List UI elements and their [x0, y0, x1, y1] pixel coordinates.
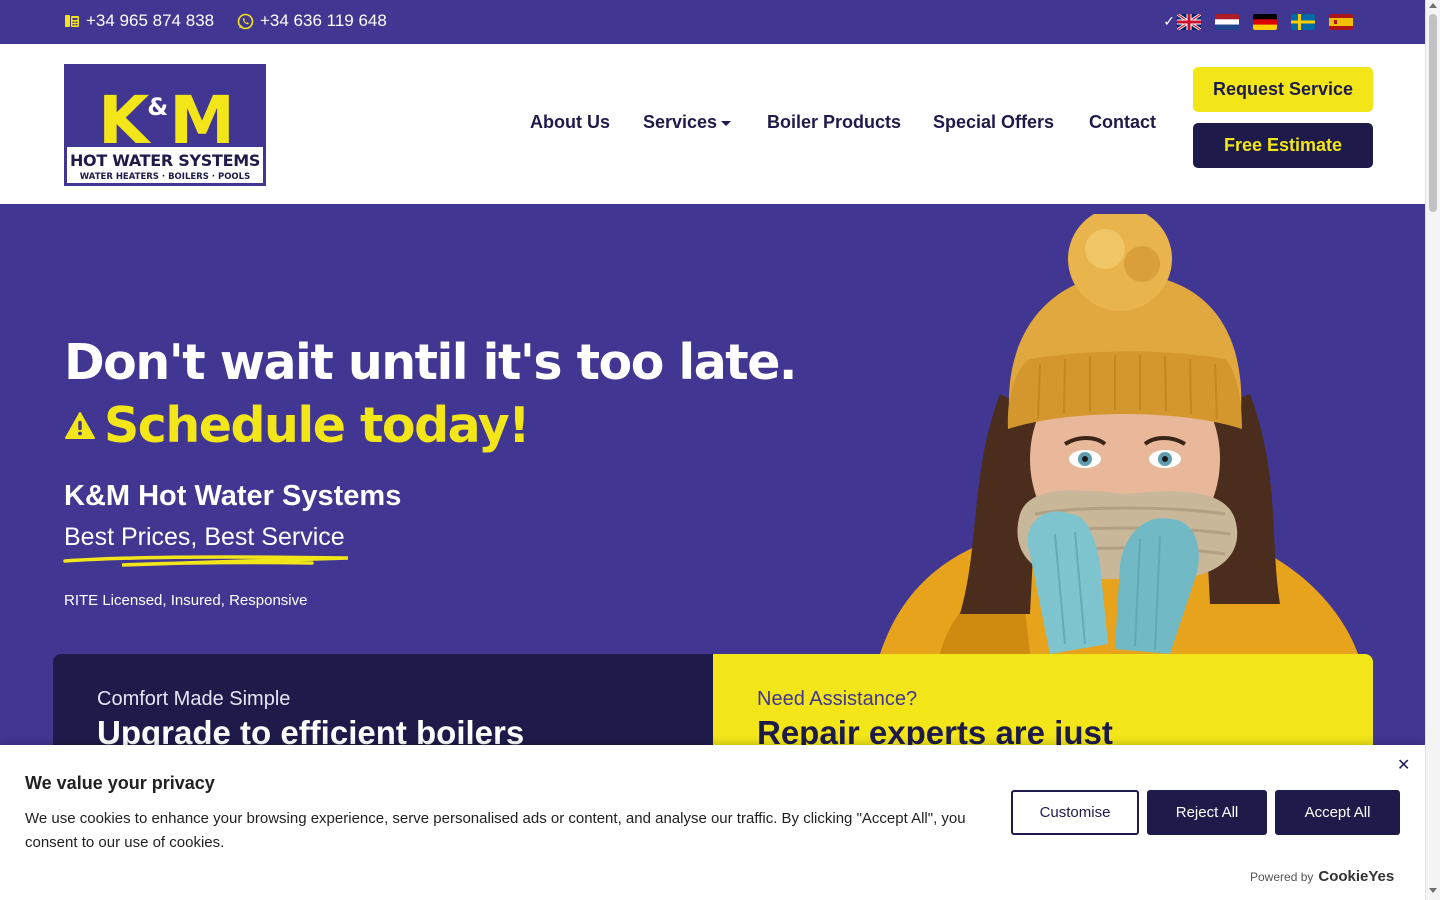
- whatsapp-icon: [237, 13, 254, 30]
- caret-down-icon: [721, 120, 732, 126]
- hero-company-name: K&M Hot Water Systems: [64, 480, 402, 512]
- page-scrollbar[interactable]: [1425, 0, 1440, 900]
- flag-se-icon[interactable]: [1291, 13, 1315, 30]
- hero-cta-text: Schedule today!: [104, 397, 531, 454]
- site-header: K&M HOT WATER SYSTEMS WATER HEATERS · BO…: [0, 44, 1425, 204]
- checkmark-icon: ✓: [1163, 13, 1175, 29]
- cookie-title: We value your privacy: [25, 773, 215, 793]
- phone-number: +34 965 874 838: [86, 11, 215, 30]
- language-switcher: ✓: [1163, 13, 1353, 30]
- request-service-button[interactable]: Request Service: [1193, 67, 1373, 112]
- hero-tagline: Best Prices, Best Service: [64, 523, 345, 551]
- nav-services[interactable]: Services: [643, 112, 732, 133]
- flag-de-icon[interactable]: [1253, 13, 1277, 30]
- customise-button[interactable]: Customise: [1011, 790, 1139, 835]
- nav-special-offers[interactable]: Special Offers: [933, 112, 1054, 133]
- flag-es-icon[interactable]: [1329, 13, 1353, 30]
- woman-winter-photo: [880, 214, 1358, 654]
- tagline-underline-decoration: [63, 555, 349, 567]
- accept-all-button[interactable]: Accept All: [1275, 790, 1400, 835]
- nav-boiler-products[interactable]: Boiler Products: [767, 112, 901, 133]
- cookie-consent-banner: We value your privacy We use cookies to …: [0, 745, 1425, 900]
- whatsapp-number: +34 636 119 648: [260, 11, 387, 30]
- close-icon[interactable]: ✕: [1397, 755, 1410, 775]
- logo-title: HOT WATER SYSTEMS: [69, 151, 261, 170]
- logo-subtitle: WATER HEATERS · BOILERS · POOLS: [79, 172, 251, 182]
- site-logo[interactable]: K&M HOT WATER SYSTEMS WATER HEATERS · BO…: [64, 64, 266, 186]
- logo-badge: K&M: [67, 67, 263, 159]
- free-estimate-button[interactable]: Free Estimate: [1193, 123, 1373, 168]
- nav-services-label: Services: [643, 112, 718, 132]
- hero-headline: Don't wait until it's too late.: [64, 334, 798, 391]
- phone-icon: [64, 13, 80, 29]
- phone-link[interactable]: +34 965 874 838: [64, 11, 214, 31]
- scrollbar-thumb[interactable]: [1429, 14, 1437, 212]
- nav-contact[interactable]: Contact: [1089, 112, 1156, 133]
- flag-nl-icon[interactable]: [1215, 13, 1239, 30]
- logo-monogram: K&M: [98, 82, 235, 159]
- scroll-up-arrow-icon[interactable]: [1429, 3, 1437, 8]
- powered-by: Powered by CookieYes: [1250, 868, 1394, 885]
- cookie-description: We use cookies to enhance your browsing …: [25, 810, 966, 851]
- top-contact-bar: +34 965 874 838 +34 636 119 648 ✓: [0, 0, 1425, 44]
- nav-about-us[interactable]: About Us: [530, 112, 610, 133]
- flag-uk-icon[interactable]: [1177, 13, 1201, 30]
- warning-icon: [64, 411, 96, 441]
- card-kicker: Need Assistance?: [757, 688, 918, 710]
- reject-all-button[interactable]: Reject All: [1147, 790, 1267, 835]
- powered-by-label: Powered by: [1250, 869, 1314, 884]
- hero-cta-line: Schedule today!: [64, 397, 531, 454]
- card-kicker: Comfort Made Simple: [97, 688, 291, 710]
- cookieyes-logo[interactable]: CookieYes: [1318, 868, 1394, 885]
- hero-licensed-note: RITE Licensed, Insured, Responsive: [64, 592, 308, 609]
- scroll-down-arrow-icon[interactable]: [1429, 888, 1437, 893]
- whatsapp-link[interactable]: +34 636 119 648: [237, 11, 387, 31]
